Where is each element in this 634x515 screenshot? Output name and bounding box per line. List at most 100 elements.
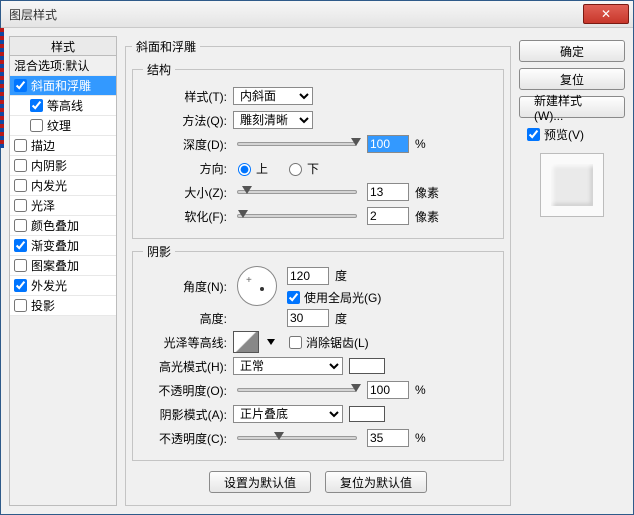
sidebar-item-8[interactable]: 颜色叠加 — [10, 216, 116, 236]
shading-group: 阴影 角度(N): + 度 — [132, 243, 504, 461]
size-slider[interactable] — [237, 190, 357, 194]
technique-label: 方法(Q): — [143, 112, 227, 129]
styles-list: 混合选项:默认斜面和浮雕等高线纹理描边内阴影内发光光泽颜色叠加渐变叠加图案叠加外… — [9, 56, 117, 506]
soften-input[interactable] — [367, 207, 409, 225]
close-button[interactable]: ✕ — [583, 4, 629, 24]
shadow-opacity-input[interactable] — [367, 429, 409, 447]
highlight-color-swatch[interactable] — [349, 358, 385, 374]
highlight-mode-select[interactable]: 正常 — [233, 357, 343, 375]
depth-slider[interactable] — [237, 142, 357, 146]
dial-crosshair-icon: + — [246, 275, 252, 286]
structure-group: 结构 样式(T): 内斜面 方法(Q): 雕刻清晰 深度(D): % — [132, 61, 504, 239]
shadow-opacity-slider[interactable] — [237, 436, 357, 440]
gloss-contour-picker[interactable] — [233, 331, 259, 353]
ok-button[interactable]: 确定 — [519, 40, 625, 62]
depth-unit: % — [415, 137, 445, 151]
sidebar-item-label: 描边 — [31, 137, 55, 154]
close-icon: ✕ — [601, 8, 611, 20]
layer-style-dialog: 图层样式 ✕ 样式 混合选项:默认斜面和浮雕等高线纹理描边内阴影内发光光泽颜色叠… — [0, 0, 634, 515]
preview-swatch — [551, 164, 593, 206]
shadow-color-swatch[interactable] — [349, 406, 385, 422]
depth-input[interactable] — [367, 135, 409, 153]
soften-label: 软化(F): — [143, 208, 227, 225]
style-select[interactable]: 内斜面 — [233, 87, 313, 105]
chevron-down-icon[interactable] — [267, 339, 275, 345]
sidebar-item-9[interactable]: 渐变叠加 — [10, 236, 116, 256]
sidebar-item-11[interactable]: 外发光 — [10, 276, 116, 296]
sidebar-item-checkbox[interactable] — [30, 99, 43, 112]
settings-panel: 斜面和浮雕 结构 样式(T): 内斜面 方法(Q): 雕刻清晰 深度(D): — [125, 36, 511, 506]
dialog-body: 样式 混合选项:默认斜面和浮雕等高线纹理描边内阴影内发光光泽颜色叠加渐变叠加图案… — [1, 28, 633, 514]
sidebar-item-checkbox[interactable] — [14, 299, 27, 312]
sidebar-item-label: 颜色叠加 — [31, 217, 79, 234]
highlight-opacity-label: 不透明度(O): — [143, 382, 227, 399]
sidebar-item-7[interactable]: 光泽 — [10, 196, 116, 216]
global-light-checkbox[interactable]: 使用全局光(G) — [287, 289, 381, 306]
sidebar-item-10[interactable]: 图案叠加 — [10, 256, 116, 276]
group-title: 斜面和浮雕 — [132, 38, 200, 55]
sidebar-item-checkbox[interactable] — [14, 199, 27, 212]
shadow-mode-label: 阴影模式(A): — [143, 406, 227, 423]
direction-label: 方向: — [143, 160, 227, 177]
sidebar-item-1[interactable]: 斜面和浮雕 — [10, 76, 116, 96]
angle-unit: 度 — [335, 267, 347, 284]
size-input[interactable] — [367, 183, 409, 201]
altitude-label: 高度: — [143, 310, 227, 327]
bevel-emboss-group: 斜面和浮雕 结构 样式(T): 内斜面 方法(Q): 雕刻清晰 深度(D): — [125, 38, 511, 506]
preview-label: 预览(V) — [544, 126, 584, 143]
direction-down[interactable]: 下 — [284, 160, 319, 177]
highlight-opacity-input[interactable] — [367, 381, 409, 399]
sidebar-item-4[interactable]: 描边 — [10, 136, 116, 156]
angle-dial[interactable]: + — [237, 266, 277, 306]
decoration — [0, 28, 4, 148]
sidebar-item-label: 外发光 — [31, 277, 67, 294]
sidebar-item-label: 混合选项:默认 — [14, 57, 89, 74]
gloss-contour-label: 光泽等高线: — [143, 334, 227, 351]
dial-dot-icon — [260, 287, 264, 291]
sidebar-item-label: 内发光 — [31, 177, 67, 194]
sidebar-item-checkbox[interactable] — [14, 159, 27, 172]
sidebar-item-checkbox[interactable] — [14, 179, 27, 192]
antialias-checkbox[interactable]: 消除锯齿(L) — [289, 334, 369, 351]
sidebar-item-checkbox[interactable] — [30, 119, 43, 132]
sidebar-item-2[interactable]: 等高线 — [10, 96, 116, 116]
titlebar: 图层样式 ✕ — [1, 1, 633, 28]
angle-label: 角度(N): — [143, 278, 227, 295]
direction-up[interactable]: 上 — [233, 160, 268, 177]
sidebar-item-label: 斜面和浮雕 — [31, 77, 91, 94]
technique-select[interactable]: 雕刻清晰 — [233, 111, 313, 129]
sidebar-item-3[interactable]: 纹理 — [10, 116, 116, 136]
reset-button[interactable]: 复位 — [519, 68, 625, 90]
preview-checkbox[interactable] — [527, 128, 540, 141]
sidebar-item-6[interactable]: 内发光 — [10, 176, 116, 196]
highlight-opacity-unit: % — [415, 383, 445, 397]
sidebar-item-label: 光泽 — [31, 197, 55, 214]
sidebar-item-checkbox[interactable] — [14, 79, 27, 92]
soften-unit: 像素 — [415, 208, 445, 225]
highlight-opacity-slider[interactable] — [237, 388, 357, 392]
shadow-opacity-label: 不透明度(C): — [143, 430, 227, 447]
shadow-mode-select[interactable]: 正片叠底 — [233, 405, 343, 423]
new-style-button[interactable]: 新建样式(W)... — [519, 96, 625, 118]
angle-input[interactable] — [287, 267, 329, 285]
sidebar-header: 样式 — [9, 36, 117, 56]
reset-default-button[interactable]: 复位为默认值 — [325, 471, 427, 493]
sidebar-item-checkbox[interactable] — [14, 259, 27, 272]
altitude-unit: 度 — [335, 310, 347, 327]
soften-slider[interactable] — [237, 214, 357, 218]
sidebar-item-checkbox[interactable] — [14, 139, 27, 152]
sidebar-item-label: 内阴影 — [31, 157, 67, 174]
sidebar-item-0[interactable]: 混合选项:默认 — [10, 56, 116, 76]
preview-box — [540, 153, 604, 217]
make-default-button[interactable]: 设置为默认值 — [209, 471, 311, 493]
sidebar-item-checkbox[interactable] — [14, 239, 27, 252]
altitude-input[interactable] — [287, 309, 329, 327]
sidebar-item-checkbox[interactable] — [14, 279, 27, 292]
sidebar-item-12[interactable]: 投影 — [10, 296, 116, 316]
shadow-opacity-unit: % — [415, 431, 445, 445]
sidebar-item-label: 等高线 — [47, 97, 83, 114]
highlight-mode-label: 高光模式(H): — [143, 358, 227, 375]
sidebar-item-5[interactable]: 内阴影 — [10, 156, 116, 176]
sidebar-item-checkbox[interactable] — [14, 219, 27, 232]
sidebar-item-label: 纹理 — [47, 117, 71, 134]
